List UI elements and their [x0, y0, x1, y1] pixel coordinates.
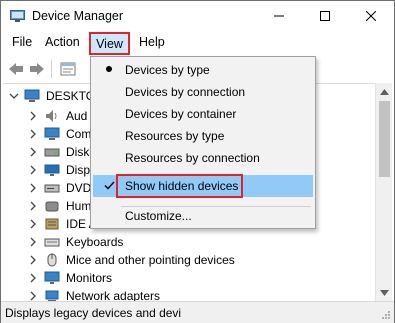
- dvd-icon: [44, 184, 60, 193]
- menu-item-resources-by-connection[interactable]: Resources by connection: [93, 147, 313, 169]
- title-bar: Device Manager: [1, 1, 394, 31]
- tree-item[interactable]: Monitors: [3, 268, 375, 288]
- menu-help[interactable]: Help: [139, 35, 165, 49]
- chevron-down-icon: [380, 289, 389, 296]
- status-text: Displays legacy devices and devi: [5, 306, 182, 320]
- menu-item-label: Devices by container: [125, 107, 237, 121]
- tree-item-label: Disp: [66, 163, 91, 177]
- menu-bar: File Action View Help: [1, 32, 394, 55]
- menu-item-devices-by-type[interactable]: Devices by type: [93, 59, 313, 81]
- chevron-right-icon[interactable]: [28, 129, 38, 139]
- tree-item-label: Monitors: [66, 271, 113, 285]
- tree-item-label: Keyboards: [66, 235, 124, 249]
- menu-file[interactable]: File: [12, 35, 32, 49]
- toolbar-separator: [51, 60, 52, 78]
- menu-item-label: Devices by type: [125, 63, 210, 77]
- menu-item-label: Resources by type: [125, 129, 225, 143]
- ide-icon: [45, 218, 59, 230]
- scrollbar-thumb[interactable]: [379, 101, 390, 177]
- checkmark-icon: [102, 178, 116, 192]
- annotation-highlight-box: [116, 174, 243, 198]
- chevron-up-icon: [380, 88, 389, 95]
- tree-item[interactable]: Network adapters: [3, 286, 375, 301]
- device-manager-window: Device Manager File Action View Help DES…: [0, 0, 395, 323]
- device-manager-app-icon: [10, 10, 25, 22]
- tree-item-label: DVD: [66, 181, 92, 195]
- scroll-up-button[interactable]: [376, 83, 393, 100]
- tree-item-label: Aud: [66, 109, 88, 123]
- chevron-right-icon[interactable]: [28, 273, 38, 283]
- properties-icon[interactable]: [59, 60, 77, 78]
- status-bar: Displays legacy devices and devi: [1, 301, 394, 323]
- menu-item-label: Devices by connection: [125, 85, 246, 99]
- maximize-button[interactable]: [302, 1, 348, 31]
- chevron-right-icon[interactable]: [28, 201, 38, 211]
- vertical-scrollbar[interactable]: [375, 83, 392, 301]
- tree-item-label: Com: [66, 127, 92, 141]
- display-icon: [44, 164, 60, 176]
- tree-item-label: Hum: [66, 199, 92, 213]
- menu-item-customize[interactable]: Customize...: [93, 205, 313, 227]
- tree-item-label: Mice and other pointing devices: [66, 253, 235, 267]
- resize-grip-icon[interactable]: [381, 310, 391, 320]
- chevron-right-icon[interactable]: [28, 291, 38, 301]
- computer-icon: [24, 89, 40, 102]
- tree-item-label: Network adapters: [66, 289, 161, 301]
- tree-item[interactable]: Keyboards: [3, 232, 375, 252]
- audio-icon: [46, 110, 57, 122]
- tree-root-label: DESKTO: [46, 89, 96, 103]
- tree-item[interactable]: Mice and other pointing devices: [3, 250, 375, 270]
- chevron-right-icon[interactable]: [28, 183, 38, 193]
- disk-drive-icon: [44, 148, 60, 157]
- minimize-icon: [274, 15, 284, 17]
- menu-item-label: Resources by connection: [125, 151, 260, 165]
- menu-item-devices-by-connection[interactable]: Devices by connection: [93, 81, 313, 103]
- tree-item-label: Disk: [66, 145, 90, 159]
- menu-item-resources-by-type[interactable]: Resources by type: [93, 125, 313, 147]
- chevron-right-icon[interactable]: [28, 165, 38, 175]
- close-button[interactable]: [348, 1, 394, 31]
- forward-arrow-icon[interactable]: [28, 60, 46, 78]
- maximize-icon: [320, 11, 330, 21]
- chevron-right-icon[interactable]: [28, 111, 38, 121]
- menu-action[interactable]: Action: [45, 35, 80, 49]
- scroll-down-button[interactable]: [376, 284, 393, 301]
- hid-icon: [45, 201, 59, 212]
- chevron-right-icon[interactable]: [28, 237, 38, 247]
- keyboard-icon: [44, 238, 60, 247]
- network-icon: [45, 290, 59, 301]
- bullet-icon: [102, 62, 116, 76]
- view-menu-dropdown: Devices by type Devices by connection De…: [90, 56, 316, 229]
- monitor-icon: [44, 271, 60, 284]
- mouse-icon: [47, 253, 57, 267]
- chevron-right-icon[interactable]: [28, 147, 38, 157]
- minimize-button[interactable]: [256, 1, 302, 31]
- chevron-right-icon[interactable]: [28, 255, 38, 265]
- back-arrow-icon[interactable]: [7, 60, 25, 78]
- menu-item-devices-by-container[interactable]: Devices by container: [93, 103, 313, 125]
- window-title: Device Manager: [32, 9, 124, 23]
- close-icon: [366, 11, 376, 21]
- chevron-down-icon[interactable]: [9, 91, 19, 101]
- menu-view[interactable]: View: [89, 32, 130, 55]
- chevron-right-icon[interactable]: [28, 219, 38, 229]
- computer-icon: [44, 127, 60, 140]
- menu-item-label: Customize...: [125, 209, 192, 223]
